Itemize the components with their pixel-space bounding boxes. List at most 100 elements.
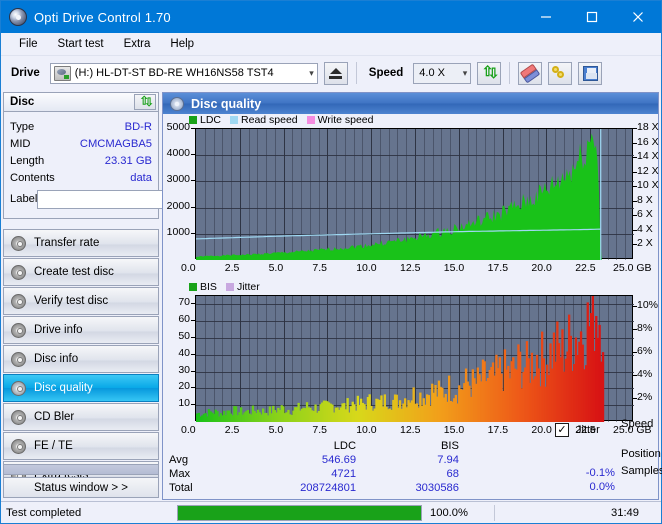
stats-col-bis: BIS: [440, 440, 459, 452]
x-axis-tick-label: 10.0: [356, 262, 377, 274]
series-ldc: [196, 133, 634, 260]
resize-grip[interactable]: [647, 509, 658, 520]
x-axis-tick-label: 0.0: [181, 262, 196, 274]
stats-col-ldc: LDC: [333, 440, 357, 452]
status-text: Test completed: [6, 506, 82, 519]
x-axis-tick-label: 20.0: [531, 262, 552, 274]
status-window-button[interactable]: Status window > >: [3, 477, 159, 498]
eraser-icon: [520, 63, 541, 83]
sidebar-item-cd-bler[interactable]: CD Bler: [3, 403, 159, 431]
y2-axis-tick-label: 16 X: [637, 135, 659, 148]
x-axis-tick-label: 2.5: [224, 424, 240, 436]
bis-chart-plot: [195, 295, 634, 422]
jitter-checkbox[interactable]: ✓: [555, 423, 569, 437]
y2-axis-tick: [633, 229, 637, 231]
y2-axis-tick: [633, 142, 637, 144]
y2-axis-tick-label: 6 X: [637, 208, 653, 221]
sidebar-item-disc-quality[interactable]: Disc quality: [3, 374, 159, 402]
disc-value-type: BD-R: [124, 120, 152, 133]
y2-axis-tick-label: 6%: [637, 345, 653, 358]
y-axis-tick-label: 10: [178, 397, 190, 410]
disc-icon: [11, 293, 26, 309]
floppy-save-icon: [582, 65, 598, 81]
nav-list: Transfer rate Create test disc Verify te…: [3, 229, 159, 489]
menu-item-extra[interactable]: Extra: [115, 36, 160, 52]
disc-icon: [11, 409, 26, 425]
x-axis-tick-label: 17.5: [487, 262, 509, 274]
drive-label: Drive: [11, 67, 40, 79]
toolbar-separator: [355, 62, 357, 84]
y-axis-tick: [191, 404, 195, 406]
save-button[interactable]: [578, 61, 603, 85]
legend-swatch-read-speed: [230, 116, 239, 124]
speed-select[interactable]: 4.0 X ▾: [413, 62, 472, 84]
drive-select[interactable]: (H:) HL-DT-ST BD-RE WH16NS58 TST4 ▾: [49, 62, 318, 84]
y-axis-tick-label: 1000: [166, 225, 190, 238]
sidebar-item-verify-test-disc[interactable]: Verify test disc: [3, 287, 159, 315]
sidebar-item-label: Disc info: [34, 353, 79, 365]
y-axis-tick: [191, 303, 195, 305]
legend-swatch-jitter: [225, 283, 234, 291]
chevron-down-icon: ▾: [309, 67, 314, 78]
close-button[interactable]: [615, 1, 661, 33]
minimize-button[interactable]: [523, 1, 569, 33]
sidebar-item-drive-info[interactable]: Drive info: [3, 316, 159, 344]
refresh-button[interactable]: ⇧ ⇩: [477, 61, 502, 85]
menu-item-help[interactable]: Help: [161, 36, 203, 52]
keys-icon: [552, 65, 568, 81]
stats-row-label-avg: Avg: [169, 454, 189, 466]
sidebar-item-fe-te[interactable]: FE / TE: [3, 432, 159, 460]
x-axis-tick-label: 15.0: [443, 262, 465, 274]
maximize-button[interactable]: [569, 1, 615, 33]
sidebar-item-disc-info[interactable]: Disc info: [3, 345, 159, 373]
erase-button[interactable]: [518, 61, 543, 85]
legend-label-jitter: Jitter: [236, 281, 260, 293]
x-axis-tick-label: 2.5: [224, 262, 240, 274]
y2-axis-tick: [633, 329, 637, 331]
y-axis-tick: [191, 370, 195, 372]
eject-icon: [329, 67, 342, 74]
stats-row-label-max: Max: [169, 468, 191, 480]
legend-item-ldc: LDC: [189, 114, 221, 126]
y2-axis-tick-label: 4 X: [637, 222, 653, 235]
y2-axis-tick: [633, 157, 637, 159]
menu-bar: File Start test Extra Help: [1, 33, 661, 56]
sidebar-item-create-test-disc[interactable]: Create test disc: [3, 258, 159, 286]
readout-row-position: Position 23862 MB: [621, 445, 662, 462]
y-axis-tick: [191, 206, 195, 208]
series-bar: [601, 352, 605, 422]
jitter-max: 0.0%: [589, 481, 616, 493]
status-bar: Test completed 100.0% 31:49: [1, 501, 661, 523]
y2-axis-tick: [633, 352, 637, 354]
sidebar-item-label: Disc quality: [34, 382, 93, 394]
y-axis-tick: [191, 128, 195, 129]
disc-row-label: Label: [10, 187, 236, 211]
y-axis-tick-label: 40: [178, 346, 190, 359]
optical-drive-icon: [53, 65, 71, 81]
sidebar-spacer: [3, 464, 159, 475]
ldc-plot-area: 1000 2000 3000 4000 5000 2 X 4 X6 X 8 X 10 X 12 X…: [163, 121, 659, 281]
menu-item-file[interactable]: File: [10, 36, 47, 52]
y2-axis-tick-label: 10 X: [637, 179, 659, 192]
y2-axis-tick-label: 2 X: [637, 237, 653, 250]
y-axis-tick: [191, 337, 195, 338]
y2-axis-tick: [633, 186, 637, 188]
y2-axis-tick: [633, 398, 637, 400]
app-window: Opti Drive Control 1.70 File Start test …: [0, 0, 662, 524]
disc-key-label: Label: [10, 193, 38, 205]
keys-button[interactable]: [548, 61, 573, 85]
jitter-toggle[interactable]: ✓ Jitter: [555, 423, 600, 437]
legend-label-read-speed: Read speed: [241, 114, 298, 126]
sidebar-item-transfer-rate[interactable]: Transfer rate: [3, 229, 159, 257]
stats-row-label-total: Total: [169, 482, 193, 494]
stats-total-bis: 3030586: [415, 482, 459, 494]
disc-refresh-button[interactable]: ⇧ ⇩: [134, 94, 156, 110]
eject-button[interactable]: [323, 61, 348, 85]
disc-row-type: Type BD-R: [10, 118, 152, 135]
x-axis-tick-label: 0.0: [181, 424, 196, 436]
menu-item-start-test[interactable]: Start test: [49, 36, 113, 52]
table-row: Avg 546.69 7.94: [169, 453, 459, 467]
speed-select-value: 4.0 X: [419, 67, 445, 79]
y2-axis-tick-label: 18 X: [637, 121, 659, 133]
legend-swatch-bis: [189, 283, 197, 291]
